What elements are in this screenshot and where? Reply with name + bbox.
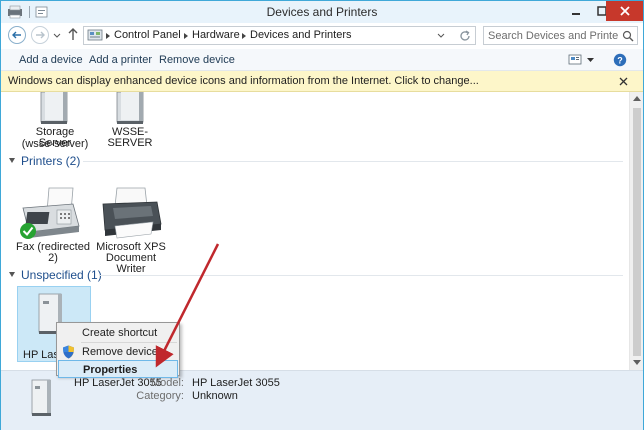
devices-and-printers-window: Devices and Printers Control Panel Hardw…: [0, 0, 644, 430]
view-options-chevron-down-icon[interactable]: [587, 58, 594, 62]
information-bar-text[interactable]: Windows can display enhanced device icon…: [8, 75, 479, 87]
server-tower-icon: [116, 92, 144, 124]
change-view-icon[interactable]: [568, 54, 582, 65]
menu-item-label: Remove device: [82, 346, 158, 358]
menu-item-create-shortcut[interactable]: Create shortcut: [58, 324, 178, 342]
collapse-triangle-icon[interactable]: [9, 272, 15, 277]
remove-device-button[interactable]: Remove device: [159, 54, 235, 66]
title-bar[interactable]: Devices and Printers: [1, 1, 643, 23]
forward-arrow-icon: [36, 31, 45, 39]
window-title: Devices and Printers: [266, 5, 378, 19]
svg-text:?: ?: [617, 56, 623, 66]
group-header-unspecified[interactable]: Unspecified (1): [9, 268, 102, 282]
add-printer-button[interactable]: Add a printer: [89, 54, 152, 66]
details-model-value: HP LaserJet 3055: [192, 377, 280, 389]
breadcrumb-devices-and-printers[interactable]: Devices and Printers: [250, 29, 352, 41]
close-icon: [619, 6, 630, 16]
group-title: Printers (2): [21, 154, 81, 168]
group-title: Unspecified (1): [21, 268, 102, 282]
menu-item-properties[interactable]: Properties: [58, 360, 178, 378]
help-icon[interactable]: ?: [613, 53, 627, 67]
menu-item-remove-device[interactable]: Remove device: [58, 343, 178, 361]
back-button[interactable]: [8, 26, 26, 44]
address-history-chevron-down-icon[interactable]: [437, 33, 445, 38]
menu-item-label: Properties: [83, 364, 138, 376]
minimize-icon: [572, 13, 580, 15]
group-divider: [99, 275, 623, 276]
breadcrumb-separator-icon[interactable]: [106, 33, 110, 39]
tower-device-icon: [31, 379, 51, 416]
scroll-down-icon[interactable]: [633, 360, 641, 365]
device-storage-server[interactable]: Storage Server (wsse-server): [19, 92, 91, 150]
information-bar[interactable]: Windows can display enhanced device icon…: [1, 71, 643, 92]
close-icon[interactable]: [619, 77, 628, 86]
breadcrumb-control-panel[interactable]: Control Panel: [114, 29, 181, 41]
up-arrow-icon[interactable]: [67, 27, 79, 41]
menu-item-label: Create shortcut: [82, 327, 158, 339]
search-icon[interactable]: [622, 30, 634, 42]
details-category-key: Category:: [136, 390, 184, 402]
uac-shield-icon: [63, 345, 74, 359]
command-bar: Add a device Add a printer Remove device…: [1, 49, 643, 71]
details-pane: HP LaserJet 3055 Model: HP LaserJet 3055…: [1, 370, 643, 430]
scroll-up-icon[interactable]: [633, 96, 641, 101]
device-label: WSSE-SERVER: [107, 126, 153, 149]
close-button[interactable]: [606, 1, 643, 21]
device-fax[interactable]: Fax (redirected 2): [15, 184, 91, 264]
add-device-button[interactable]: Add a device: [19, 54, 83, 66]
device-label: Fax (redirected 2): [16, 241, 90, 264]
search-input[interactable]: [488, 29, 618, 42]
context-menu: Create shortcut Remove device Properties: [56, 322, 180, 378]
scroll-thumb[interactable]: [633, 108, 641, 356]
device-microsoft-xps-writer[interactable]: Microsoft XPS Document Writer: [93, 184, 169, 275]
group-divider: [83, 161, 623, 162]
default-check-icon: [20, 223, 36, 239]
server-tower-icon: [40, 92, 68, 124]
printer-icon: [102, 187, 162, 239]
search-box[interactable]: [483, 26, 638, 45]
control-panel-icon: [87, 29, 103, 41]
forward-button[interactable]: [31, 26, 49, 44]
group-header-printers[interactable]: Printers (2): [9, 154, 80, 168]
device-wsse-server[interactable]: WSSE-SERVER: [95, 92, 165, 149]
navigation-bar: Control Panel Hardware Devices and Print…: [1, 23, 643, 49]
vertical-scrollbar[interactable]: [629, 92, 643, 370]
recent-locations-chevron-down-icon[interactable]: [53, 31, 61, 39]
collapse-triangle-icon[interactable]: [9, 158, 15, 163]
breadcrumb-separator-icon[interactable]: [242, 33, 246, 39]
device-label: (wsse-server): [21, 138, 89, 150]
details-category-value: Unknown: [192, 390, 238, 402]
details-model-key: Model:: [150, 377, 184, 389]
breadcrumb-hardware[interactable]: Hardware: [192, 29, 240, 41]
back-arrow-icon: [12, 31, 21, 39]
refresh-icon[interactable]: [458, 29, 472, 43]
address-bar[interactable]: Control Panel Hardware Devices and Print…: [83, 26, 476, 45]
device-label: Document Writer: [105, 252, 157, 275]
minimize-button[interactable]: [563, 1, 589, 21]
breadcrumb-separator-icon[interactable]: [184, 33, 188, 39]
